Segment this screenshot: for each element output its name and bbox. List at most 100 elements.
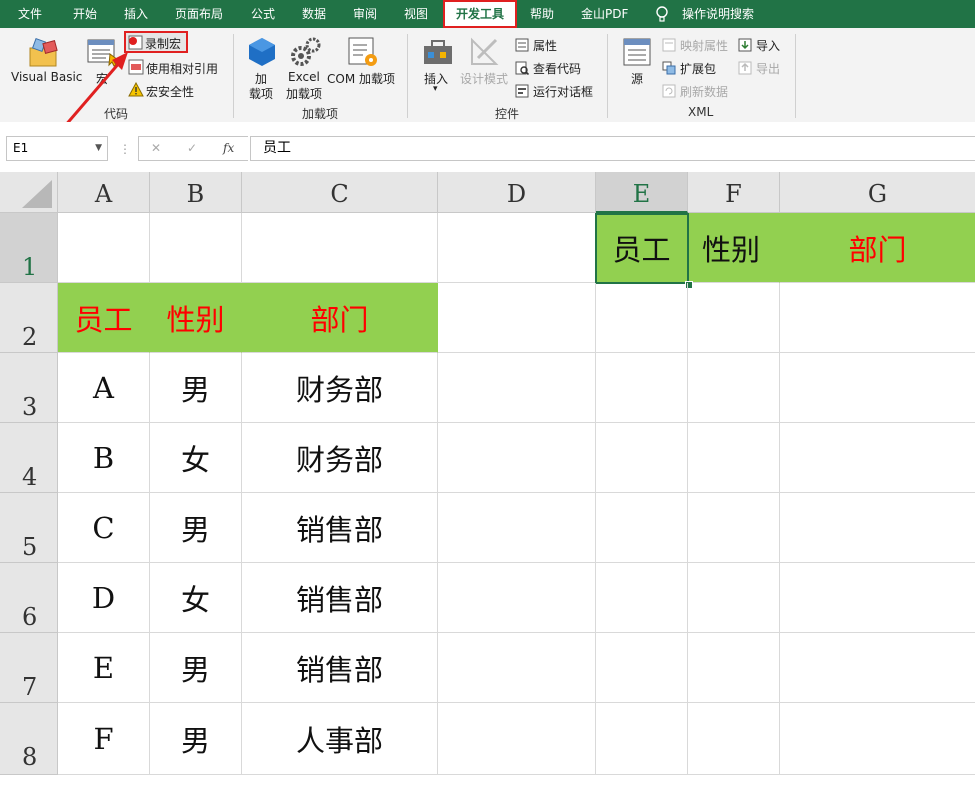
tab-page-layout[interactable]: 页面布局 [175,0,223,28]
row-header-1[interactable]: 1 [0,213,58,283]
cell-c5[interactable]: 销售部 [242,493,438,563]
import-label[interactable]: 导入 [756,37,780,54]
column-header-a[interactable]: A [58,172,150,213]
insert-function-icon[interactable]: fx [223,137,234,160]
cell-c3[interactable]: 财务部 [242,353,438,423]
column-header-c[interactable]: C [242,172,438,213]
xml-source-icon[interactable] [621,36,653,72]
cell-f6[interactable] [688,563,780,633]
cell-d1[interactable] [438,213,596,283]
expansion-pack-icon[interactable] [662,60,676,79]
cell-f5[interactable] [688,493,780,563]
cell-a3[interactable]: A [58,353,150,423]
cell-d5[interactable] [438,493,596,563]
tab-data[interactable]: 数据 [302,0,326,28]
column-header-g[interactable]: G [780,172,975,213]
cell-b3[interactable]: 男 [150,353,242,423]
expansion-pack-label[interactable]: 扩展包 [680,60,716,77]
run-dialog-icon[interactable] [515,83,529,102]
cell-e5[interactable] [596,493,688,563]
gear-icon[interactable] [290,36,322,72]
cell-f7[interactable] [688,633,780,703]
cell-d6[interactable] [438,563,596,633]
add-ins-icon[interactable] [247,36,277,72]
chevron-down-icon[interactable]: ▼ [95,137,102,160]
cell-c7[interactable]: 销售部 [242,633,438,703]
com-add-ins-label[interactable]: COM 加载项 [327,70,395,87]
cell-g3[interactable] [780,353,975,423]
cell-g2[interactable] [780,283,975,353]
cancel-icon[interactable]: ✕ [151,137,161,160]
cell-g1[interactable]: 部门 [780,213,975,283]
cell-b8[interactable]: 男 [150,703,242,775]
run-dialog-label[interactable]: 运行对话框 [533,83,593,100]
column-header-f[interactable]: F [688,172,780,213]
add-ins-label-2[interactable]: 载项 [249,85,273,102]
cell-c2[interactable]: 部门 [242,283,438,353]
cell-d8[interactable] [438,703,596,775]
cell-f4[interactable] [688,423,780,493]
column-header-d[interactable]: D [438,172,596,213]
cell-d2[interactable] [438,283,596,353]
cell-e6[interactable] [596,563,688,633]
tab-home[interactable]: 开始 [73,0,97,28]
view-code-icon[interactable] [515,60,530,79]
cell-e7[interactable] [596,633,688,703]
column-header-e[interactable]: E [596,172,688,213]
tab-kingsoft-pdf[interactable]: 金山PDF [581,0,628,28]
cell-a5[interactable]: C [58,493,150,563]
cell-d4[interactable] [438,423,596,493]
cell-b5[interactable]: 男 [150,493,242,563]
cell-d7[interactable] [438,633,596,703]
cell-c1[interactable] [242,213,438,283]
cell-e8[interactable] [596,703,688,775]
chevron-down-icon[interactable]: ▾ [433,84,438,94]
tab-help[interactable]: 帮助 [530,0,554,28]
row-header-2[interactable]: 2 [0,283,58,353]
cell-a7[interactable]: E [58,633,150,703]
cell-b6[interactable]: 女 [150,563,242,633]
row-header-3[interactable]: 3 [0,353,58,423]
tab-view[interactable]: 视图 [404,0,428,28]
properties-label[interactable]: 属性 [533,37,557,54]
lightbulb-icon[interactable] [655,0,671,28]
relative-reference-label[interactable]: 使用相对引用 [146,60,218,77]
cell-c4[interactable]: 财务部 [242,423,438,493]
cell-e4[interactable] [596,423,688,493]
cell-g7[interactable] [780,633,975,703]
tab-formulas[interactable]: 公式 [251,0,275,28]
cell-a2[interactable]: 员工 [58,283,150,353]
tab-developer[interactable]: 开发工具 [443,0,517,28]
cell-a8[interactable]: F [58,703,150,775]
cell-g6[interactable] [780,563,975,633]
cell-d3[interactable] [438,353,596,423]
cell-f8[interactable] [688,703,780,775]
excel-add-ins-label-2[interactable]: 加载项 [286,85,322,102]
cell-b1[interactable] [150,213,242,283]
cell-f1[interactable]: 性别 [688,213,780,283]
tab-review[interactable]: 审阅 [353,0,377,28]
cell-a1[interactable] [58,213,150,283]
macro-security-label[interactable]: 宏安全性 [146,83,194,100]
cell-b2[interactable]: 性别 [150,283,242,353]
formula-input[interactable]: 员工 [250,136,975,161]
enter-icon[interactable]: ✓ [187,137,197,160]
properties-icon[interactable] [515,37,529,56]
select-all-button[interactable] [0,172,58,213]
cell-b7[interactable]: 男 [150,633,242,703]
tell-me-search[interactable]: 操作说明搜索 [682,0,754,28]
cell-b4[interactable]: 女 [150,423,242,493]
com-add-ins-icon[interactable] [347,36,379,72]
tab-insert[interactable]: 插入 [124,0,148,28]
cell-e2[interactable] [596,283,688,353]
view-code-label[interactable]: 查看代码 [533,60,581,77]
row-header-4[interactable]: 4 [0,423,58,493]
cell-f3[interactable] [688,353,780,423]
row-header-6[interactable]: 6 [0,563,58,633]
column-header-b[interactable]: B [150,172,242,213]
toolbox-icon[interactable] [422,36,454,72]
name-box[interactable]: E1 ▼ [6,136,108,161]
cell-g4[interactable] [780,423,975,493]
cell-c8[interactable]: 人事部 [242,703,438,775]
row-header-5[interactable]: 5 [0,493,58,563]
